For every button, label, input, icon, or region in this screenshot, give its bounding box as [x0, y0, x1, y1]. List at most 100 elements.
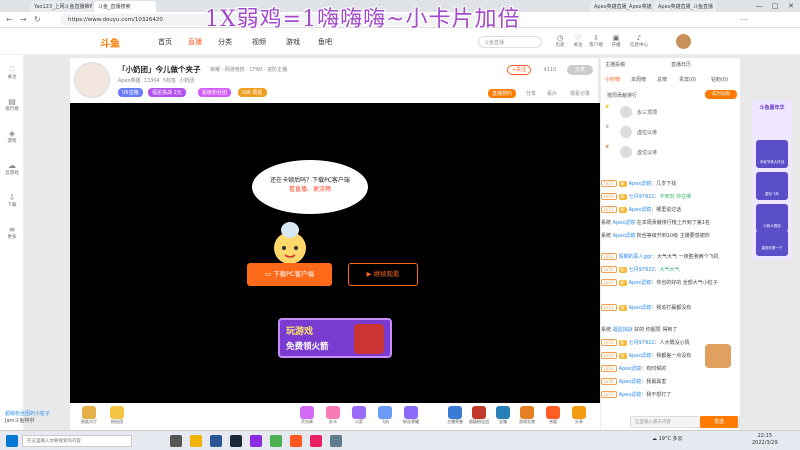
tab-week-rank[interactable]: 本周榜: [631, 76, 646, 83]
sidebar-item-follow[interactable]: ♡ 关注: [0, 65, 24, 80]
download-client-button[interactable]: ▭ 下载PC客户端: [247, 263, 332, 286]
app-icon[interactable]: [310, 435, 322, 447]
maximize-button[interactable]: □: [768, 0, 782, 12]
browser-tab[interactable]: Apex英雄直播_Apex英雄: [590, 1, 652, 12]
site-logo[interactable]: 斗鱼: [100, 35, 120, 50]
task-view-icon[interactable]: [170, 435, 182, 447]
promo-item[interactable]: 星期天看一下: [756, 230, 788, 256]
crown-icon: ♛: [605, 104, 610, 110]
app-icon[interactable]: [250, 435, 262, 447]
gift-item[interactable]: 超级粉丝团: [468, 406, 490, 428]
live-reserve-button[interactable]: 直播预约: [488, 89, 517, 98]
promo-item[interactable]: 中秋节夜大作战: [756, 140, 788, 168]
gift-star-badge[interactable]: Gift 周星: [238, 88, 267, 97]
chat-message: LV37 粉七月97922：不到刻 你在哪: [601, 193, 741, 200]
reload-icon[interactable]: ↻: [34, 15, 41, 24]
nav-home[interactable]: 首页: [158, 37, 172, 47]
browser-tab[interactable]: Apex英雄直播_斗鱼直播: [654, 1, 716, 12]
share-button[interactable]: 分享: [567, 65, 593, 75]
sidebar-item-cloud-game[interactable]: ☁ 云游戏: [0, 161, 24, 176]
taskbar: 在这里输入你要搜索的内容 ☁ 19°C 多云 22:15 2022/3/29: [0, 430, 800, 450]
user-avatar[interactable]: [676, 34, 691, 49]
avatar: [620, 106, 632, 118]
promo-item[interactable]: 小新大冒险: [756, 204, 788, 232]
sidebar-item-game[interactable]: ◈ 游戏: [0, 129, 24, 144]
gift-item[interactable]: 粉丝荣耀: [400, 406, 422, 428]
gift-item[interactable]: 荧光棒: [296, 406, 318, 428]
menu-icon[interactable]: ⋯: [740, 15, 748, 24]
share-gift-button[interactable]: 分享: [568, 406, 590, 428]
fan-badge: 粉: [618, 353, 627, 359]
gift-item[interactable]: 飞机: [374, 406, 396, 428]
chat-message: LV35 Apex滤镜：我最属害: [601, 378, 741, 385]
promo-item[interactable]: 星际飞车: [756, 172, 788, 200]
taskbar-search[interactable]: 在这里输入你要搜索的内容: [22, 435, 132, 447]
become-diamond-button[interactable]: 成为钻粉: [705, 90, 737, 99]
tab-hour-rank[interactable]: 小时榜: [605, 76, 620, 83]
browser-icon[interactable]: [210, 435, 222, 447]
gift-icon: [448, 406, 462, 419]
send-button[interactable]: 发送: [700, 416, 738, 428]
app-icon[interactable]: [270, 435, 282, 447]
system-clock[interactable]: 22:15 2022/3/29: [752, 433, 778, 447]
steam-icon[interactable]: [230, 435, 242, 447]
chat-message: LV11 假期的恶人ggr：大气大气 一夜胜我两个飞机: [601, 253, 741, 260]
browser-tab[interactable]: Yao123_上网斗鱼直播推荐: [30, 1, 92, 12]
browser-tab[interactable]: 斗鱼_直播搜索: [94, 1, 156, 12]
treasure-chest-icon[interactable]: [705, 344, 731, 368]
windows-start-icon[interactable]: [6, 435, 18, 447]
tab-diamond-fans[interactable]: 钻粉(0): [711, 76, 728, 83]
history-button[interactable]: ◷ 历史: [552, 34, 568, 48]
share-link[interactable]: 分享: [526, 90, 536, 97]
tab-anchor-post[interactable]: 主播投稿: [605, 61, 625, 68]
gift-item[interactable]: 宝箱: [492, 406, 514, 428]
watch-history-link[interactable]: 观看记录: [570, 90, 590, 97]
gift-item[interactable]: 游戏礼物: [516, 406, 538, 428]
nav-fishbar[interactable]: 鱼吧: [318, 37, 332, 47]
sidebar-item-more[interactable]: ≡ 更多: [0, 225, 24, 240]
client-button[interactable]: ⇩ 客户端: [588, 34, 604, 48]
sidebar-item-download[interactable]: ⇩ 下载: [0, 193, 24, 208]
level-badge[interactable]: V6宝箱: [118, 88, 143, 97]
nav-live[interactable]: 直播: [188, 37, 202, 47]
message-center-button[interactable]: ♪ 信息中心: [628, 34, 650, 48]
minimize-button[interactable]: —: [752, 0, 766, 12]
avatar: [620, 146, 632, 158]
super-fan-badge[interactable]: 超级粉丝团: [198, 88, 232, 97]
forward-icon[interactable]: →: [20, 15, 27, 24]
back-icon[interactable]: ←: [6, 15, 13, 24]
nav-game[interactable]: 游戏: [286, 37, 300, 47]
tab-live-calendar[interactable]: 直播日历: [671, 61, 691, 68]
rank-row[interactable]: ♛ 虚位以待: [605, 124, 737, 141]
close-button[interactable]: ✕: [784, 0, 798, 12]
broadcast-button[interactable]: ▣ 开播: [608, 34, 624, 48]
rank-row[interactable]: ♛ 虚位以待: [605, 144, 737, 161]
gift-item[interactable]: 办卡: [322, 406, 344, 428]
tab-total-rank[interactable]: 总榜: [657, 76, 667, 83]
rank-row[interactable]: ♛ 永三顶顶: [605, 104, 737, 121]
follow-list-button[interactable]: ♡ 关注: [570, 34, 586, 48]
lucky-challenge-badge[interactable]: 福星挑战 2元: [148, 88, 186, 97]
recharge-button[interactable]: 充值: [542, 406, 564, 428]
file-explorer-icon[interactable]: [190, 435, 202, 447]
nav-video[interactable]: 视频: [252, 37, 266, 47]
play-game-banner[interactable]: 玩游戏 免费领火箭: [278, 318, 392, 358]
nav-category[interactable]: 分类: [218, 37, 232, 47]
gamepad-icon: ◈: [8, 129, 16, 138]
continue-watching-button[interactable]: ▶ 继续观看: [348, 263, 418, 286]
streamer-avatar[interactable]: [74, 62, 110, 98]
gift-item[interactable]: 火箭: [348, 406, 370, 428]
follow-button[interactable]: +关注: [507, 65, 531, 75]
sidebar-item-rank[interactable]: ▤ 排行榜: [0, 97, 24, 112]
video-player[interactable]: 还在卡顿后吗？下载PC客户端 看直播、更流畅 ▭ 下载PC客户端 ▶ 继续观看 …: [70, 103, 600, 403]
bubble-text: 还在卡顿后吗？下载PC客户端: [270, 177, 350, 184]
clip-link[interactable]: 看片: [547, 90, 557, 97]
app-icon[interactable]: [290, 435, 302, 447]
gift-item[interactable]: 主播荣誉: [444, 406, 466, 428]
follow-count: 4110: [543, 67, 557, 73]
search-input[interactable]: 斗鱼直播: [478, 36, 542, 48]
mascot-image: [274, 222, 306, 264]
weather-widget[interactable]: ☁ 19°C 多云: [652, 435, 683, 442]
tab-vip[interactable]: 贵宾(0): [679, 76, 696, 83]
app-icon[interactable]: [330, 435, 342, 447]
